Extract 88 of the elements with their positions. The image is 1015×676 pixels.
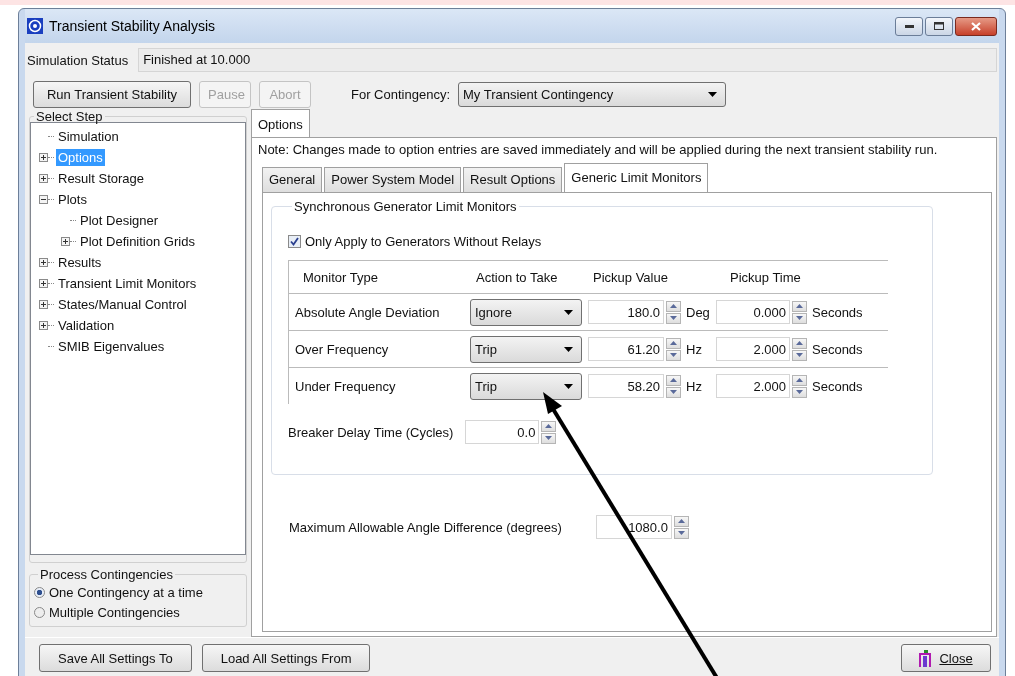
number-field[interactable]: 0.0: [465, 420, 540, 444]
tree-item[interactable]: Transient Limit Monitors: [56, 275, 199, 292]
spin-buttons[interactable]: [792, 374, 807, 398]
radio-button[interactable]: [34, 586, 45, 598]
expand-icon[interactable]: [39, 279, 48, 288]
caret-icon: [564, 309, 573, 315]
tab[interactable]: Result Options: [463, 167, 563, 192]
number-field[interactable]: 2.000: [716, 374, 790, 398]
tree-item[interactable]: SMIB Eigenvalues: [56, 338, 167, 355]
unit-label: Seconds: [812, 304, 863, 320]
tab[interactable]: General: [262, 167, 323, 192]
expand-icon[interactable]: [39, 174, 48, 183]
close-button[interactable]: Close: [901, 644, 991, 672]
number-field[interactable]: 58.20: [588, 374, 664, 398]
spin-buttons[interactable]: [541, 420, 557, 444]
number-field[interactable]: 180.0: [588, 300, 664, 324]
status-label: Simulation Status: [27, 52, 129, 68]
caret-icon: [708, 91, 717, 97]
expand-icon[interactable]: [39, 321, 48, 330]
close-icon: [971, 21, 981, 31]
tree-item[interactable]: Plot Designer: [78, 212, 161, 229]
unit-label: Seconds: [812, 378, 863, 394]
spin-buttons[interactable]: [666, 374, 681, 398]
dropdown[interactable]: Ignore: [470, 298, 582, 326]
collapse-icon[interactable]: [39, 195, 48, 204]
expand-icon[interactable]: [39, 258, 48, 267]
maximize-button[interactable]: [925, 16, 953, 36]
group-title: Process Contingencies: [39, 567, 174, 582]
expand-icon[interactable]: [61, 237, 70, 246]
spin-buttons[interactable]: [666, 337, 681, 361]
unit-label: Deg: [686, 304, 711, 320]
monitor-type: Under Frequency: [294, 378, 397, 394]
note-text: Note: Changes made to option entries are saved immediately and will be applied during the next transient stability run.: [258, 142, 939, 157]
monitor-type: Over Frequency: [294, 341, 390, 357]
monitor-type: Absolute Angle Deviation: [294, 304, 441, 320]
tab[interactable]: Power System Model: [324, 167, 462, 192]
dropdown[interactable]: Trip: [470, 372, 582, 400]
number-field[interactable]: 1080.0: [595, 515, 672, 539]
caret-icon: [564, 383, 573, 389]
footer-button[interactable]: Load All Settings From: [201, 644, 371, 672]
caret-icon: [564, 346, 573, 352]
tree-item[interactable]: Plot Definition Grids: [78, 233, 197, 250]
maximize-icon: [934, 22, 944, 30]
window-title: Transient Stability Analysis: [49, 18, 215, 34]
tab[interactable]: Options: [251, 109, 310, 137]
group-title: Synchronous Generator Limit Monitors: [293, 199, 518, 214]
toolbar-button[interactable]: Run Transient Stability: [33, 80, 191, 108]
tree-item[interactable]: Validation: [56, 317, 117, 334]
contingency-label: For Contingency:: [351, 86, 450, 102]
app-icon: [27, 18, 43, 34]
number-field[interactable]: 0.000: [716, 300, 790, 324]
unit-label: Hz: [686, 341, 703, 357]
checkbox[interactable]: [288, 234, 301, 248]
spin-buttons[interactable]: [666, 300, 681, 324]
spin-buttons[interactable]: [792, 337, 807, 361]
close-button[interactable]: [955, 16, 997, 36]
expand-icon[interactable]: [39, 300, 48, 309]
tab[interactable]: Generic Limit Monitors: [564, 163, 709, 192]
footer-button[interactable]: Save All Settings To: [39, 644, 192, 672]
status-field: Finished at 10.000: [138, 48, 997, 72]
number-field[interactable]: 2.000: [716, 337, 790, 361]
field-label: Breaker Delay Time (Cycles): [288, 424, 454, 440]
dropdown[interactable]: Trip: [470, 335, 582, 363]
tree-item[interactable]: Results: [56, 254, 104, 271]
spin-buttons[interactable]: [673, 515, 689, 539]
column-header: Pickup Time: [730, 269, 801, 285]
spin-buttons[interactable]: [792, 300, 807, 324]
column-header: Monitor Type: [303, 269, 379, 285]
tree-item[interactable]: Simulation: [56, 128, 121, 145]
minimize-button[interactable]: [895, 16, 923, 36]
radio-label[interactable]: Multiple Contingencies: [49, 604, 180, 620]
unit-label: Seconds: [812, 341, 863, 357]
number-field[interactable]: 61.20: [588, 337, 664, 361]
expand-icon[interactable]: [39, 153, 48, 162]
tree-item[interactable]: Result Storage: [56, 170, 146, 187]
column-header: Pickup Value: [593, 269, 669, 285]
radio-label[interactable]: One Contingency at a time: [49, 584, 203, 600]
dropdown[interactable]: My Transient Contingency: [458, 81, 726, 107]
door-icon: [919, 649, 934, 667]
radio-button[interactable]: [34, 606, 45, 618]
group-title: Select Step: [35, 109, 104, 124]
tree-item[interactable]: States/Manual Control: [56, 296, 189, 313]
tree-item[interactable]: Plots: [56, 191, 89, 208]
checkbox-label[interactable]: Only Apply to Generators Without Relays: [305, 233, 542, 249]
column-header: Action to Take: [476, 269, 559, 285]
minimize-icon: [904, 24, 914, 28]
unit-label: Hz: [686, 378, 703, 394]
field-label: Maximum Allowable Angle Difference (degrees): [289, 519, 562, 535]
